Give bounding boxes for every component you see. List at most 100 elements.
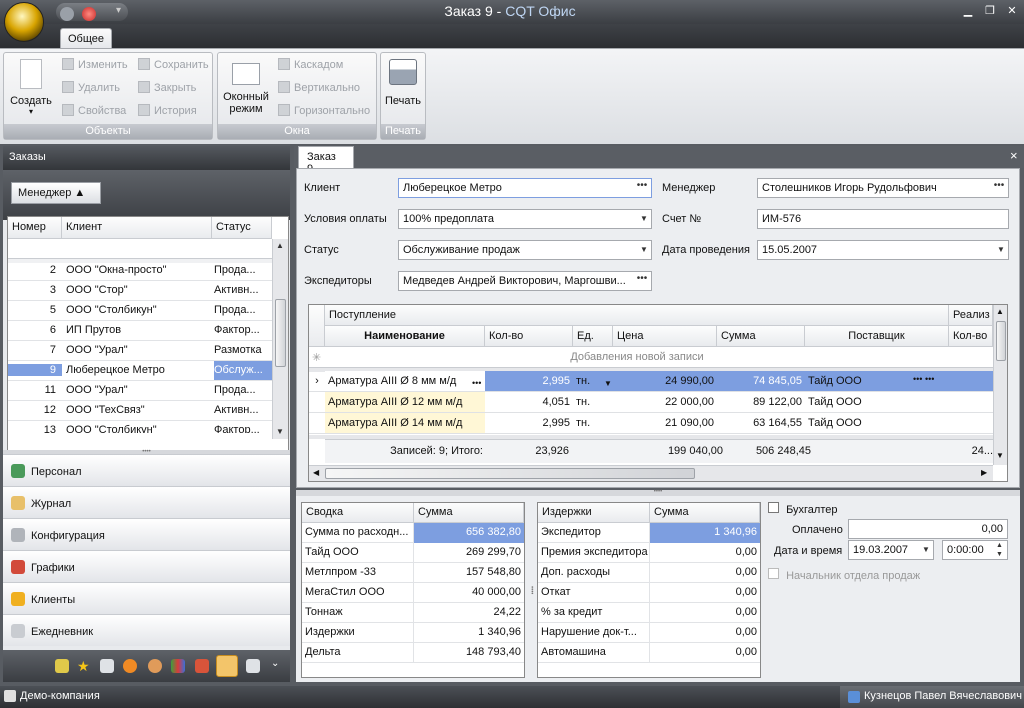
home-icon[interactable] <box>60 7 74 21</box>
accountant-checkbox[interactable] <box>768 502 779 513</box>
table-row[interactable]: 6 ИП Прутов Фактор... <box>8 321 272 341</box>
items-vscrollbar[interactable]: ▲ ▼ <box>993 305 1007 465</box>
table-row[interactable]: % за кредит 0,00 <box>538 603 760 623</box>
table-row[interactable]: 7 ООО "Урал" Размотка <box>8 341 272 361</box>
dropdown-arrow-icon[interactable]: ▼ <box>637 210 651 228</box>
cascade-button[interactable]: Каскадом <box>278 56 343 74</box>
tile-vertical-button[interactable]: Вертикально <box>278 79 360 97</box>
scroll-up-icon[interactable]: ▲ <box>276 241 284 250</box>
ellipsis-icon[interactable]: ••• <box>990 179 1008 197</box>
accountant-checkbox-row[interactable]: Бухгалтер <box>768 502 838 516</box>
table-row[interactable]: Арматура АIII Ø 14 мм м/д 2,995 тн. 21 090,… <box>309 413 993 434</box>
item-qty[interactable]: 2,995 <box>485 413 573 433</box>
client-field[interactable]: Люберецкое Метро <box>398 178 652 198</box>
forwarders-field[interactable]: Медведев Андрей Викторович, Маргошви... <box>398 271 652 291</box>
minimize-icon[interactable]: ▁ <box>958 4 978 18</box>
col-header-costs[interactable]: Издержки <box>538 503 650 523</box>
item-name[interactable]: Арматура АIII Ø 12 мм м/д <box>325 392 485 412</box>
item-unit[interactable]: тн. <box>573 392 613 412</box>
create-button[interactable]: Создать ▾ <box>6 57 56 123</box>
table-row[interactable]: 2 ООО "Окна-просто" Прода... <box>8 261 272 281</box>
scroll-right-icon[interactable]: ▶ <box>981 468 987 477</box>
col-header-qty-sales[interactable]: Кол-во <box>949 326 993 347</box>
paid-field[interactable]: 0,00 <box>848 519 1008 539</box>
item-price[interactable]: 24 990,00 <box>613 371 717 391</box>
table-row[interactable]: 3 ООО "Стор" Активн... <box>8 281 272 301</box>
scroll-left-icon[interactable]: ◀ <box>313 468 319 477</box>
table-row[interactable]: 5 ООО "Столбикун" Прода... <box>8 301 272 321</box>
table-row[interactable]: Нарушение док-т... 0,00 <box>538 623 760 643</box>
item-name[interactable]: Арматура АIII Ø 14 мм м/д <box>325 413 485 433</box>
restore-icon[interactable]: ❐ <box>980 4 1000 18</box>
print-button[interactable]: Печать <box>381 57 425 123</box>
item-name[interactable]: Арматура АIII Ø 8 мм м/д <box>325 371 485 391</box>
sheet-icon[interactable] <box>246 659 260 673</box>
company-name[interactable]: Демо-компания <box>20 690 100 702</box>
item-qty-sales[interactable] <box>949 413 993 433</box>
save-button[interactable]: Сохранить <box>138 56 209 74</box>
ellipsis-icon[interactable]: ••• ••• <box>913 374 934 394</box>
window-mode-button[interactable]: Оконный режим <box>220 57 272 123</box>
payment-terms-select[interactable]: 100% предоплата <box>398 209 652 229</box>
filter-row[interactable] <box>8 239 272 259</box>
ellipsis-icon[interactable]: ••• <box>469 374 484 394</box>
table-row[interactable]: 9 Люберецкое Метро Обслуж... <box>8 361 272 381</box>
status-select[interactable]: Обслуживание продаж <box>398 240 652 260</box>
new-record-row[interactable]: ✳ Добавления новой записи <box>309 347 993 368</box>
table-row[interactable]: Дельта 148 793,40 <box>302 643 524 663</box>
clients-active-icon[interactable] <box>216 655 238 677</box>
item-price[interactable]: 21 090,00 <box>613 413 717 433</box>
dropdown-arrow-icon[interactable]: ▼ <box>994 241 1008 259</box>
col-header-number[interactable]: Номер <box>8 217 62 239</box>
nav-clock[interactable]: Ежедневник <box>3 614 290 646</box>
col-header-costs-sum[interactable]: Сумма <box>650 503 760 523</box>
item-sum[interactable]: 63 164,55 <box>717 413 805 433</box>
orders-scrollbar[interactable]: ▲ ▼ <box>272 239 288 439</box>
table-row[interactable]: Тайд ООО 269 299,70 <box>302 543 524 563</box>
item-supplier[interactable]: Тайд ООО <box>805 413 949 433</box>
delete-button[interactable]: Удалить <box>62 79 120 97</box>
table-row[interactable]: Метлпром -33 157 548,80 <box>302 563 524 583</box>
item-unit[interactable]: тн. <box>573 413 613 433</box>
head-of-sales-checkbox-row[interactable]: Начальник отдела продаж <box>768 568 920 582</box>
table-row[interactable]: Сумма по расходн... 656 382,80 <box>302 523 524 543</box>
scroll-thumb[interactable] <box>275 299 286 367</box>
item-sum[interactable]: 89 122,00 <box>717 392 805 412</box>
table-row[interactable]: 12 ООО "ТехСвяз" Активн... <box>8 401 272 421</box>
col-header-client[interactable]: Клиент <box>62 217 212 239</box>
ribbon-tab-general[interactable]: Общее <box>60 28 112 49</box>
invoice-field[interactable]: ИМ-576 <box>757 209 1009 229</box>
nav-journal[interactable]: Журнал <box>3 486 290 518</box>
table-row[interactable]: Премия экспедитора 0,00 <box>538 543 760 563</box>
item-sum[interactable]: 74 845,05 <box>717 371 805 391</box>
ellipsis-icon[interactable]: ••• <box>633 272 651 290</box>
properties-button[interactable]: Свойства <box>62 102 126 120</box>
stop-icon[interactable] <box>82 7 96 21</box>
item-qty[interactable]: 4,051 <box>485 392 573 412</box>
col-header-qty[interactable]: Кол-во <box>485 326 573 347</box>
close-button[interactable]: Закрыть <box>138 79 196 97</box>
table-row[interactable]: Откат 0,00 <box>538 583 760 603</box>
item-price[interactable]: 22 000,00 <box>613 392 717 412</box>
splitter-handle[interactable]: •••• <box>528 502 534 678</box>
close-window-icon[interactable]: ✕ <box>1002 4 1022 18</box>
table-row[interactable]: Доп. расходы 0,00 <box>538 563 760 583</box>
time-spinner-icon[interactable]: ▲ ▼ <box>996 541 1003 559</box>
edit-button[interactable]: Изменить <box>62 56 128 74</box>
scroll-down-icon[interactable]: ▼ <box>276 427 284 436</box>
head-of-sales-checkbox[interactable] <box>768 568 779 579</box>
scroll-up-icon[interactable]: ▲ <box>996 307 1004 316</box>
col-header-name[interactable]: Наименование <box>325 326 485 347</box>
item-qty-sales[interactable] <box>949 371 993 391</box>
nav-people[interactable]: Персонал <box>3 454 290 486</box>
group-chip-manager[interactable]: Менеджер ▲ <box>11 182 101 204</box>
user-name[interactable]: Кузнецов Павел Вячеславович <box>864 690 1022 702</box>
tab-order-9[interactable]: Заказ 9 <box>298 146 354 175</box>
history-button[interactable]: История <box>138 102 197 120</box>
col-header-status[interactable]: Статус <box>212 217 272 239</box>
scroll-thumb[interactable] <box>996 321 1006 361</box>
notepad-icon[interactable] <box>100 659 114 673</box>
qat-customize-icon[interactable]: ▾ <box>116 5 121 16</box>
close-document-icon[interactable]: × <box>1010 148 1018 163</box>
chart-icon[interactable] <box>171 659 185 673</box>
